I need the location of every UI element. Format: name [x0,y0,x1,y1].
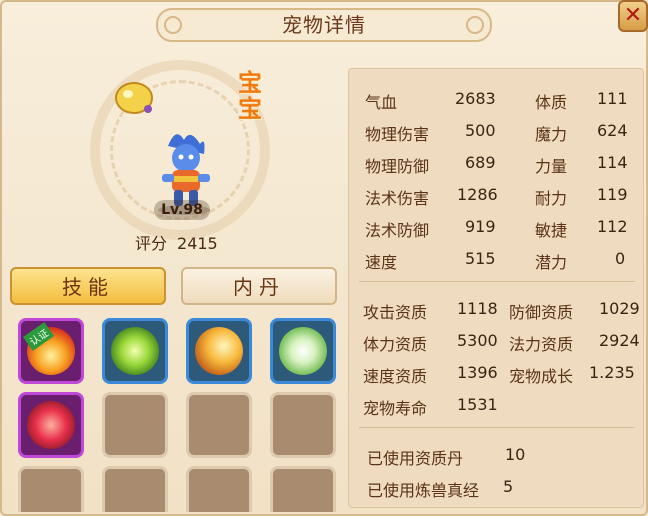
stat-label: 已使用炼兽真经 [367,481,480,500]
stat-value: 114 [597,153,628,172]
stat-value: 2683 [455,89,496,108]
rabbit-skill-icon [279,327,327,375]
stat-value: 2924 [599,331,640,350]
stat-constitution: 体质 111 [535,89,628,113]
empty-skill-slot[interactable] [102,466,168,512]
stat-magic-def: 法术防御 919 [365,217,496,241]
score-label: 评分 [135,234,168,253]
stat-label: 物理防御 [365,157,430,176]
stat-value: 10 [505,445,526,464]
stat-value: 1531 [457,395,498,414]
stat-agility: 敏捷 112 [535,217,628,241]
heart-skill-icon [27,401,75,449]
stat-label: 防御资质 [509,303,574,322]
right-swirl-ornament [466,16,484,34]
stat-phys-dmg: 物理伤害 500 [365,121,496,145]
tab-inner-core[interactable]: 内丹 [181,267,337,305]
aptitude-speed: 速度资质 1396 [363,363,498,387]
divider [359,281,635,282]
meteor-skill-icon [195,327,243,375]
left-swirl-ornament [164,16,182,34]
gourd-icon [115,82,154,114]
empty-skill-slot[interactable] [186,466,252,512]
stat-value: 1286 [457,185,498,204]
stat-value: 624 [597,121,628,140]
baby-pet-tag: 宝宝 [238,69,262,123]
stat-value: 500 [465,121,496,140]
stat-label: 宠物寿命 [363,399,428,418]
stat-value: 689 [465,153,496,172]
stat-value: 1396 [457,363,498,382]
aptitude-hp: 体力资质 5300 [363,331,498,355]
divider [359,427,635,428]
stat-label: 速度 [365,253,398,272]
pet-display: 宝宝 Lv.98 评分 2415 [8,48,344,263]
stat-magic-dmg: 法术伤害 1286 [365,185,498,209]
stat-label: 敏捷 [535,221,568,240]
empty-skill-slot[interactable] [270,466,336,512]
close-button[interactable]: ✕ [618,0,648,32]
tab-skills[interactable]: 技能 [10,267,166,305]
skill-slot-heart[interactable] [18,392,84,458]
stat-value: 111 [597,89,628,108]
empty-skill-slot[interactable] [270,392,336,458]
pet-score: 评分 2415 [135,230,218,254]
stat-value: 515 [465,249,496,268]
skill-slot-meteor[interactable] [186,318,252,384]
lightning-skill-icon [111,327,159,375]
stat-value: 1118 [457,299,498,318]
pet-level: Lv.98 [154,200,210,220]
stat-value: 112 [597,217,628,236]
stat-endurance: 耐力 119 [535,185,628,209]
aptitude-defense: 防御资质 1029 [509,299,640,323]
stat-value: 0 [615,249,626,268]
empty-skill-slot[interactable] [102,392,168,458]
score-value: 2415 [177,234,218,253]
aptitude-mana: 法力资质 2924 [509,331,640,355]
skill-slot-lightning[interactable] [102,318,168,384]
stat-label: 宠物成长 [509,367,574,386]
stat-label: 速度资质 [363,367,428,386]
stat-value: 919 [465,217,496,236]
empty-skill-slot[interactable] [18,466,84,512]
stat-label: 攻击资质 [363,303,428,322]
stat-label: 物理伤害 [365,125,430,144]
stat-label: 体力资质 [363,335,428,354]
stat-label: 耐力 [535,189,568,208]
stat-label: 法力资质 [509,335,574,354]
stat-label: 法术伤害 [365,189,430,208]
stat-label: 力量 [535,157,568,176]
beast-scripture-used: 已使用炼兽真经 5 [367,477,513,501]
stat-strength: 力量 114 [535,153,628,177]
pet-growth: 宠物成长 1.235 [509,363,635,387]
skill-slot-fire[interactable]: 认证 [18,318,84,384]
stat-label: 已使用资质丹 [367,449,464,468]
stat-label: 潜力 [535,253,568,272]
window-title-bar: 宠物详情 [156,8,492,42]
stat-value: 5300 [457,331,498,350]
stat-value: 1029 [599,299,640,318]
stat-label: 法术防御 [365,221,430,240]
stat-magic: 魔力 624 [535,121,628,145]
aptitude-attack: 攻击资质 1118 [363,299,498,323]
stat-label: 体质 [535,93,568,112]
stat-label: 魔力 [535,125,568,144]
stat-label: 气血 [365,93,398,112]
skill-slot-rabbit[interactable] [270,318,336,384]
stats-panel: 气血 2683 物理伤害 500 物理防御 689 法术伤害 1286 法术防御 919 … [348,68,644,508]
stat-value: 1.235 [589,363,635,382]
stat-phys-def: 物理防御 689 [365,153,496,177]
stat-value: 119 [597,185,628,204]
pet-lifespan: 宠物寿命 1531 [363,395,498,419]
stat-potential: 潜力 0 [535,249,625,273]
aptitude-pill-used: 已使用资质丹 10 [367,445,525,469]
empty-skill-slot[interactable] [186,392,252,458]
skill-grid: 认证 [10,312,340,512]
stat-speed: 速度 515 [365,249,496,273]
window-title: 宠物详情 [282,13,366,37]
stat-hp: 气血 2683 [365,89,496,113]
stat-value: 5 [503,477,514,496]
